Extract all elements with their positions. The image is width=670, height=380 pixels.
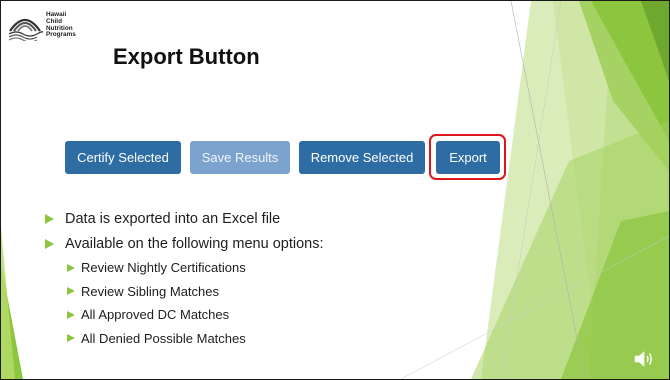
sub-list-item: All Denied Possible Matches [67,327,324,351]
logo-text: Hawaii Child Nutrition Programs [46,11,76,39]
bullet-list: Data is exported into an Excel file Avai… [45,206,324,350]
speaker-icon[interactable] [633,349,655,369]
triangle-bullet-icon [45,213,54,224]
triangle-bullet-icon [67,334,75,343]
list-item-text: Data is exported into an Excel file [65,210,281,227]
triangle-bullet-icon [67,310,75,319]
sub-list-item: All Approved DC Matches [67,303,324,327]
list-item: Data is exported into an Excel file [45,206,324,231]
sub-list-item-text: Review Nightly Certifications [81,260,246,276]
triangle-bullet-icon [67,263,75,272]
triangle-bullet-icon [67,287,75,296]
slide: Hawaii Child Nutrition Programs Export B… [0,0,670,380]
certify-selected-button[interactable]: Certify Selected [65,141,181,174]
sub-list-item-text: Review Sibling Matches [81,283,220,299]
list-item: Available on the following menu options: [45,231,324,256]
list-item-text: Available on the following menu options: [65,235,324,252]
sub-list-item: Review Sibling Matches [67,280,324,304]
export-highlight-frame [429,134,506,180]
remove-selected-button[interactable]: Remove Selected [299,141,425,174]
slide-title: Export Button [113,44,260,69]
sub-list-item: Review Nightly Certifications [67,256,324,280]
save-results-button[interactable]: Save Results [190,141,290,174]
triangle-bullet-icon [45,238,54,249]
sub-list-item-text: All Denied Possible Matches [81,330,246,346]
sub-list-item-text: All Approved DC Matches [81,307,230,323]
logo: Hawaii Child Nutrition Programs [7,11,76,41]
rainbow-logo-icon [8,18,43,41]
